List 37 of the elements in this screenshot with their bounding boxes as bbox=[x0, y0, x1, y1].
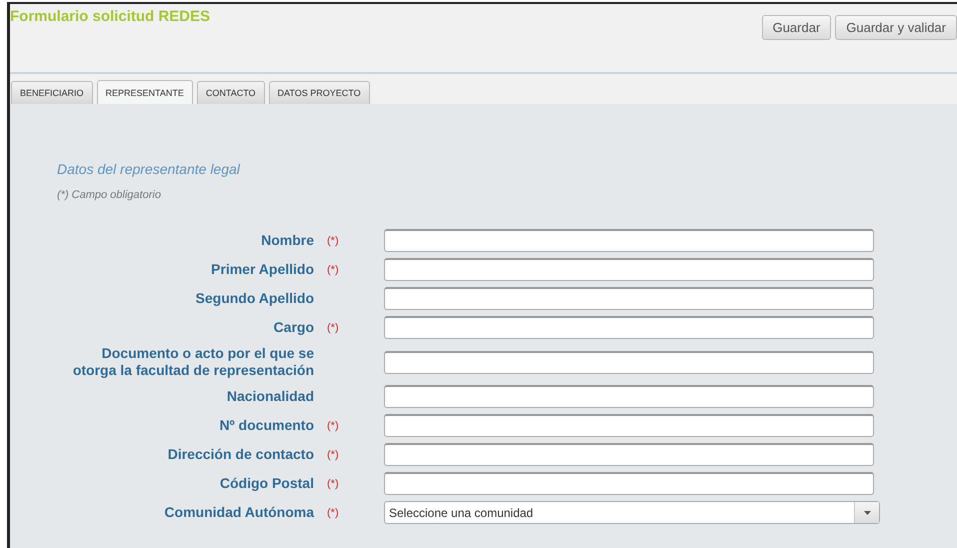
required-mark: (*) bbox=[326, 506, 339, 518]
required-mark: (*) bbox=[326, 448, 339, 460]
required-mark: (*) bbox=[326, 264, 339, 276]
dropdown-arrow-icon bbox=[864, 510, 870, 514]
required-mark: (*) bbox=[326, 478, 339, 490]
field-label: Comunidad Autónoma bbox=[164, 504, 314, 521]
section-heading: Datos del representante legal bbox=[57, 161, 242, 177]
tab[interactable]: DATOS PROYECTO bbox=[268, 81, 370, 104]
field-label: Cargo bbox=[274, 319, 314, 336]
required-mark: (*) bbox=[326, 322, 339, 334]
text-field[interactable] bbox=[384, 472, 874, 495]
required-note: (*) Campo obligatorio bbox=[57, 189, 162, 201]
text-field[interactable] bbox=[384, 287, 874, 310]
field-label: Nombre bbox=[261, 232, 314, 249]
text-field[interactable] bbox=[384, 443, 874, 466]
tab[interactable]: REPRESENTANTE bbox=[96, 80, 193, 104]
text-field[interactable] bbox=[384, 316, 874, 339]
field-label: Primer Apellido bbox=[211, 261, 314, 278]
required-mark: (*) bbox=[326, 420, 339, 432]
save-validate-button[interactable]: Guardar y validar bbox=[835, 15, 957, 40]
required-mark: (*) bbox=[326, 234, 339, 246]
field-label: Nacionalidad bbox=[226, 388, 314, 405]
field-label: Dirección de contacto bbox=[168, 446, 314, 463]
field-label: Código Postal bbox=[220, 475, 314, 492]
tab[interactable]: CONTACTO bbox=[196, 81, 265, 104]
text-field[interactable] bbox=[384, 258, 874, 281]
field-label: Nº documento bbox=[219, 417, 314, 434]
save-button[interactable]: Guardar bbox=[762, 15, 832, 40]
field-label: Segundo Apellido bbox=[196, 290, 314, 307]
field-label: Documento o acto por el que se otorga la facultad de representación bbox=[72, 345, 314, 379]
text-field[interactable] bbox=[384, 350, 874, 374]
text-field[interactable] bbox=[384, 385, 874, 408]
form-title: Formulario solicitud REDES bbox=[10, 8, 210, 25]
text-field[interactable] bbox=[384, 229, 874, 252]
tab[interactable]: BENEFICIARIO bbox=[11, 81, 93, 104]
community-dropdown[interactable]: Seleccione una comunidad bbox=[384, 501, 880, 524]
text-field[interactable] bbox=[384, 414, 874, 437]
